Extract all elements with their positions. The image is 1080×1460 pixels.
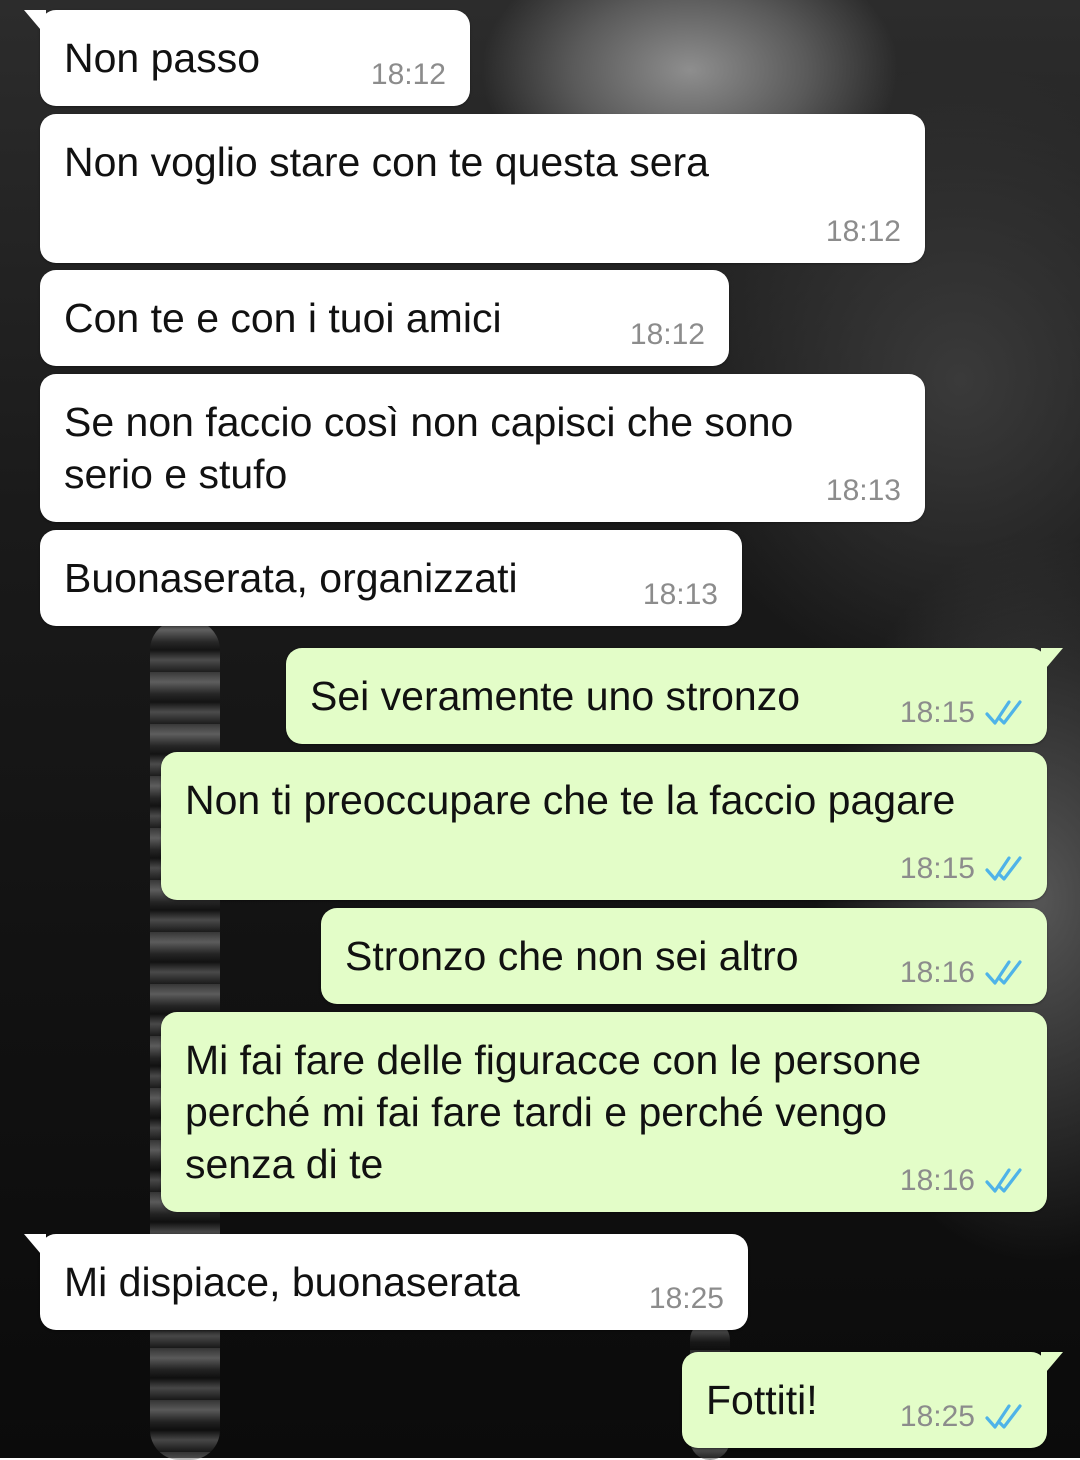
message-bubble-outgoing[interactable]: Stronzo che non sei altro 18:16 bbox=[321, 908, 1047, 1004]
bubble-tail bbox=[1041, 648, 1063, 674]
message-timestamp: 18:15 bbox=[899, 696, 975, 729]
double-check-icon bbox=[985, 1168, 1022, 1193]
message-timestamp: 18:13 bbox=[825, 474, 901, 507]
message-timestamp: 18:13 bbox=[642, 578, 718, 611]
message-bubble-incoming[interactable]: Buonaserata, organizzati 18:13 bbox=[40, 530, 742, 626]
message-timestamp: 18:25 bbox=[899, 1400, 975, 1433]
message-bubble-outgoing[interactable]: Fottiti! 18:25 bbox=[682, 1352, 1063, 1448]
message-text: Con te e con i tuoi amici bbox=[64, 295, 502, 341]
message-bubble-incoming[interactable]: Mi dispiace, buonaserata 18:25 bbox=[24, 1234, 748, 1330]
message-bubble-incoming[interactable]: Con te e con i tuoi amici 18:12 bbox=[40, 270, 729, 366]
message-text: Non voglio stare con te questa sera bbox=[64, 139, 709, 185]
message-text: Fottiti! bbox=[706, 1377, 818, 1423]
message-text: Buonaserata, organizzati bbox=[64, 555, 518, 601]
double-check-icon bbox=[985, 960, 1022, 985]
double-check-icon bbox=[985, 700, 1022, 725]
message-bubble-outgoing[interactable]: Mi fai fare delle figuracce con le perso… bbox=[161, 1012, 1047, 1212]
message-text: Non ti preoccupare che te la faccio paga… bbox=[185, 777, 956, 823]
bubble-tail bbox=[24, 1234, 46, 1260]
bubble-tail bbox=[1041, 1352, 1063, 1378]
message-timestamp: 18:12 bbox=[825, 215, 901, 248]
double-check-icon bbox=[985, 856, 1022, 881]
message-bubble-incoming[interactable]: Se non faccio così non capisci che sono … bbox=[40, 374, 925, 522]
double-check-icon bbox=[985, 1404, 1022, 1429]
bubble-tail bbox=[24, 10, 46, 36]
message-text: Mi dispiace, buonaserata bbox=[64, 1259, 520, 1305]
message-timestamp: 18:15 bbox=[899, 852, 975, 885]
message-timestamp: 18:25 bbox=[648, 1282, 724, 1315]
message-timestamp: 18:16 bbox=[899, 1164, 975, 1197]
message-text: Mi fai fare delle figuracce con le perso… bbox=[185, 1037, 922, 1187]
message-bubble-incoming[interactable]: Non voglio stare con te questa sera 18:1… bbox=[40, 114, 925, 263]
message-timestamp: 18:12 bbox=[370, 58, 446, 91]
message-text: Se non faccio così non capisci che sono … bbox=[64, 399, 794, 497]
message-bubble-outgoing[interactable]: Non ti preoccupare che te la faccio paga… bbox=[161, 752, 1047, 900]
message-timestamp: 18:12 bbox=[629, 318, 705, 351]
message-timestamp: 18:16 bbox=[899, 956, 975, 989]
message-bubble-outgoing[interactable]: Sei veramente uno stronzo 18:15 bbox=[286, 648, 1063, 744]
message-bubble-incoming[interactable]: Non passo 18:12 bbox=[24, 10, 470, 106]
